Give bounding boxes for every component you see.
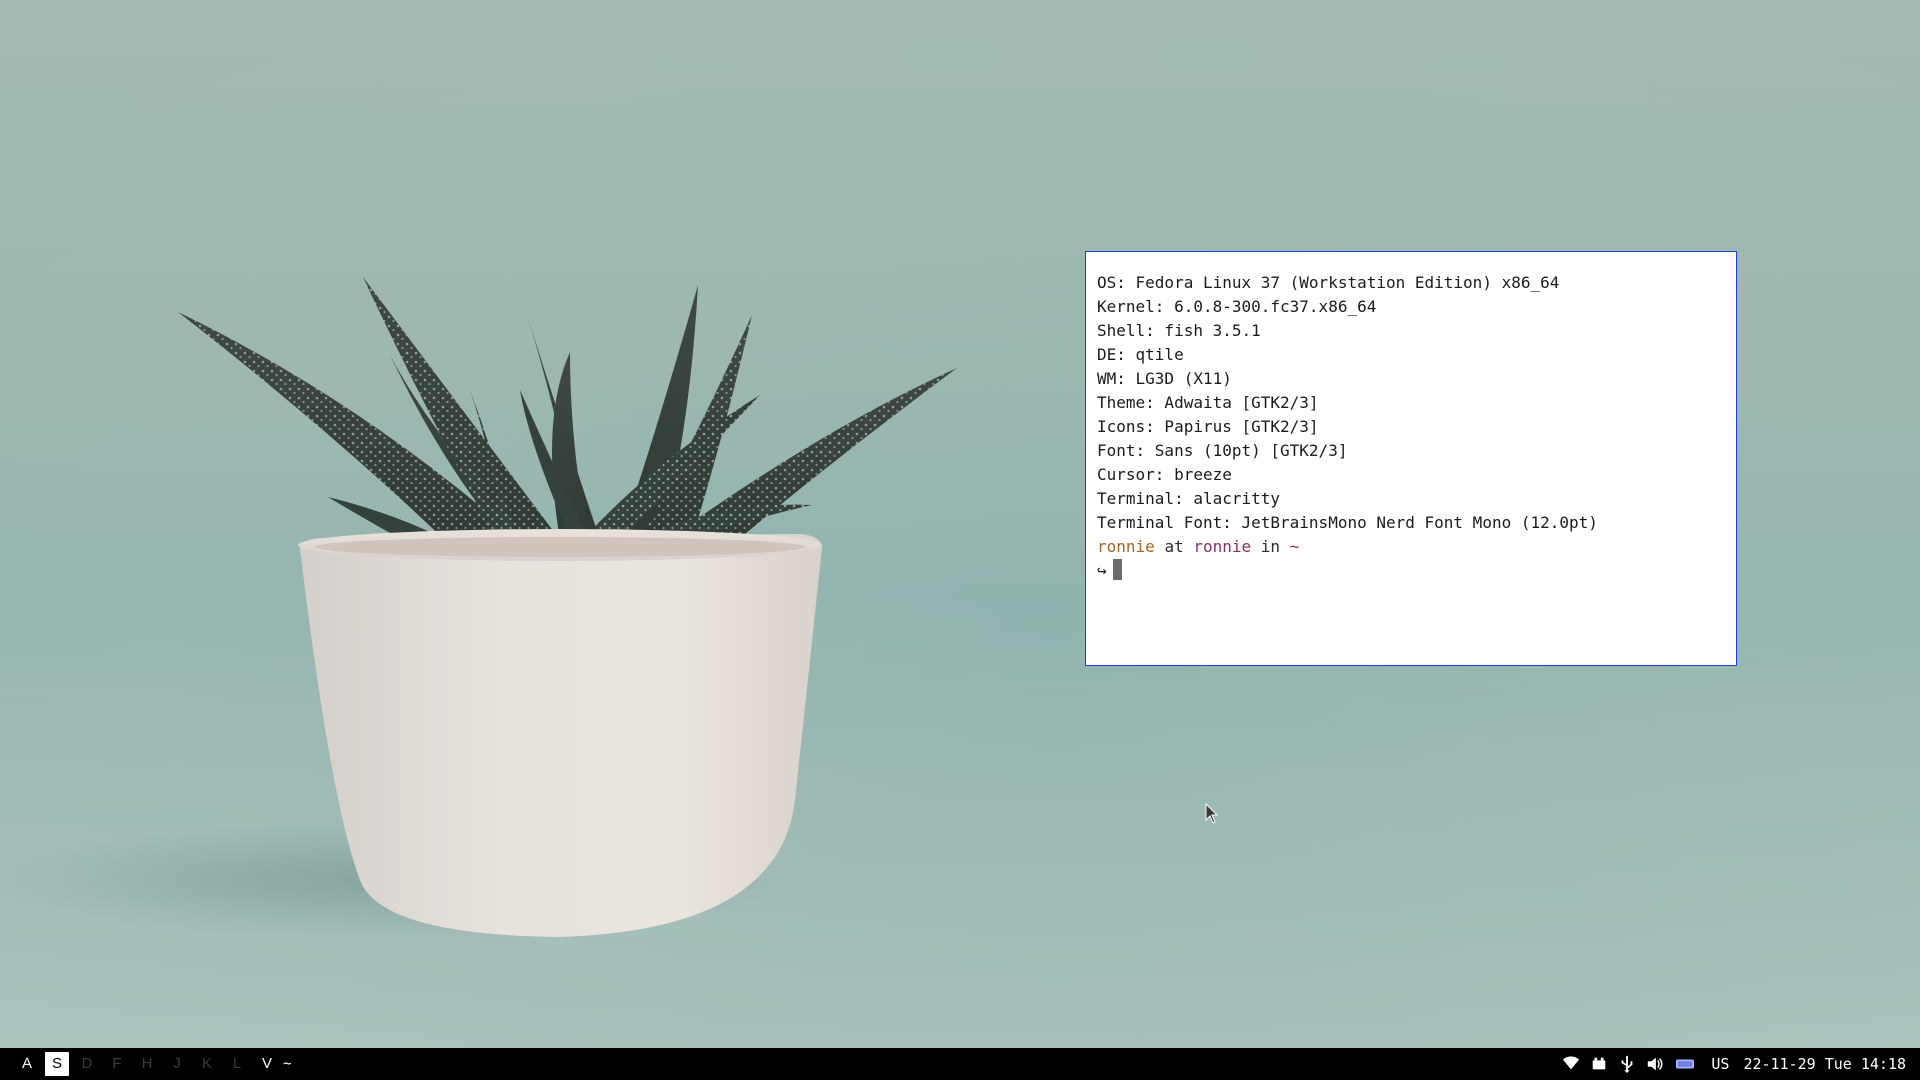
group-k[interactable]: K [195, 1052, 219, 1076]
group-d[interactable]: D [75, 1052, 99, 1076]
status-bar: A S D F H J K L V ~ US 22-11-29 Tue 14:1… [0, 1048, 1920, 1080]
battery-icon[interactable] [1590, 1055, 1608, 1073]
group-j[interactable]: J [165, 1052, 189, 1076]
system-tray: US 22-11-29 Tue 14:18 [1557, 1048, 1906, 1080]
clock[interactable]: 22-11-29 Tue 14:18 [1743, 1055, 1906, 1073]
group-s[interactable]: S [45, 1052, 69, 1076]
terminal-line: Shell: fish 3.5.1 [1097, 321, 1261, 340]
text-cursor [1112, 559, 1122, 580]
terminal-line: Cursor: breeze [1097, 465, 1232, 484]
terminal-window[interactable]: OS: Fedora Linux 37 (Workstation Edition… [1085, 251, 1737, 666]
keyboard-icon[interactable] [1674, 1055, 1696, 1073]
prompt-arrow: ↪ [1097, 561, 1107, 580]
terminal-line: WM: LG3D (X11) [1097, 369, 1232, 388]
mouse-pointer-icon [1205, 803, 1219, 824]
group-f[interactable]: F [105, 1052, 129, 1076]
terminal-line: OS: Fedora Linux 37 (Workstation Edition… [1097, 273, 1560, 292]
group-a[interactable]: A [15, 1052, 39, 1076]
terminal-line: Theme: Adwaita [GTK2/3] [1097, 393, 1319, 412]
workspace-groups: A S D F H J K L V ~ [15, 1052, 291, 1076]
prompt-at: at [1164, 537, 1184, 556]
wifi-icon[interactable] [1562, 1055, 1580, 1073]
group-h[interactable]: H [135, 1052, 159, 1076]
prompt-in: in [1260, 537, 1281, 556]
prompt-directory: ~ [1289, 537, 1300, 556]
group-v[interactable]: V [255, 1052, 279, 1076]
keyboard-layout[interactable]: US [1711, 1055, 1729, 1073]
terminal-line: Font: Sans (10pt) [GTK2/3] [1097, 441, 1348, 460]
terminal-line: Terminal: alacritty [1097, 489, 1281, 508]
usb-icon[interactable] [1618, 1055, 1636, 1073]
terminal-line: Terminal Font: JetBrainsMono Nerd Font M… [1097, 513, 1598, 532]
group-l[interactable]: L [225, 1052, 249, 1076]
prompt-host: ronnie [1193, 537, 1252, 556]
prompt-user: ronnie [1097, 537, 1155, 556]
terminal-line: DE: qtile [1097, 345, 1184, 364]
volume-icon[interactable] [1646, 1055, 1664, 1073]
terminal-line: Icons: Papirus [GTK2/3] [1097, 417, 1319, 436]
layout-indicator[interactable]: ~ [283, 1056, 291, 1072]
input-line[interactable]: ↪ [1097, 559, 1736, 583]
terminal-line: Kernel: 6.0.8-300.fc37.x86_64 [1097, 297, 1377, 316]
prompt-line: ronnie at ronnie in ~ [1097, 535, 1736, 559]
